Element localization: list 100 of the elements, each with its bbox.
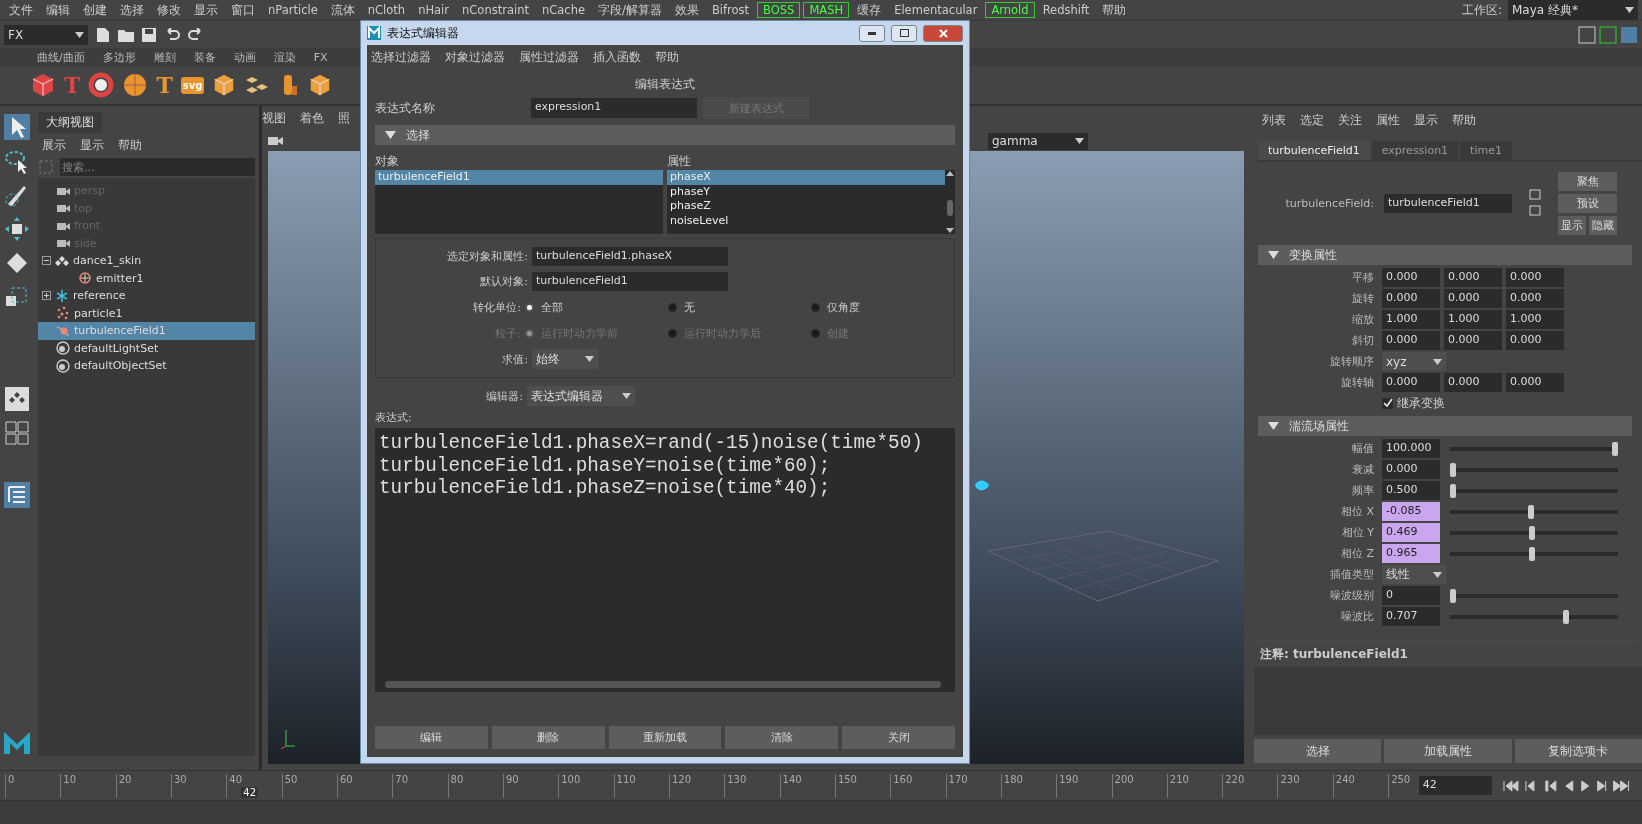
outliner-item[interactable]: reference — [38, 287, 255, 305]
menu-item[interactable]: Bifrost — [706, 3, 755, 17]
panel-title[interactable]: 大纲视图 — [38, 112, 102, 133]
outliner-item[interactable]: defaultObjectSet — [38, 357, 255, 375]
new-file-icon[interactable] — [96, 26, 110, 43]
menu-item[interactable]: 着色 — [300, 110, 324, 127]
menu-item[interactable]: 选择过滤器 — [371, 49, 431, 66]
default-object-field[interactable]: turbulenceField1 — [532, 272, 728, 291]
action-button[interactable]: 加载属性 — [1384, 739, 1512, 764]
menu-item[interactable]: 选定 — [1300, 112, 1324, 129]
number-field[interactable]: 0.000 — [1506, 331, 1564, 350]
select-tool-icon[interactable] — [4, 114, 30, 140]
expand-icon[interactable] — [42, 291, 51, 301]
menu-item[interactable]: Redshift — [1037, 3, 1095, 17]
outliner-layout-icon[interactable] — [4, 482, 30, 508]
dropdown[interactable]: 线性 — [1382, 565, 1446, 584]
menu-item[interactable]: 帮助 — [1097, 3, 1132, 17]
menu-item[interactable]: nHair — [413, 3, 455, 17]
menu-item[interactable]: 列表 — [1262, 112, 1286, 129]
scrollbar[interactable] — [385, 681, 941, 688]
slider-thumb[interactable] — [1563, 609, 1570, 624]
slider-thumb[interactable] — [1450, 483, 1456, 498]
menu-item[interactable]: 显示 — [80, 137, 104, 154]
menu-item[interactable]: 修改 — [152, 3, 186, 17]
menu-item[interactable]: Elementacular — [889, 3, 983, 17]
gamma-dropdown[interactable]: gamma — [988, 132, 1088, 150]
slider-thumb[interactable] — [1450, 462, 1456, 477]
number-field[interactable]: 1.000 — [1382, 310, 1440, 329]
number-field[interactable]: 0.000 — [1444, 331, 1502, 350]
collapse-icon[interactable] — [42, 256, 51, 266]
number-field[interactable]: 0.000 — [1382, 268, 1440, 287]
menu-item[interactable]: nParticle — [263, 3, 323, 17]
list-item[interactable]: noiseLevel — [667, 213, 945, 228]
tab[interactable]: time1 — [1460, 141, 1512, 160]
number-field[interactable]: 0.000 — [1444, 289, 1502, 308]
menu-item[interactable]: 帮助 — [1452, 112, 1476, 129]
type-tool[interactable]: T — [156, 72, 173, 98]
section-header[interactable]: 湍流场属性 — [1258, 416, 1632, 436]
slider-thumb[interactable] — [1528, 525, 1535, 540]
minimize-button[interactable] — [859, 24, 885, 42]
presets-button[interactable]: 预设 — [1558, 194, 1617, 213]
sphere-icon[interactable] — [122, 72, 149, 98]
menu-item[interactable]: 展示 — [42, 137, 66, 154]
list-item[interactable]: turbulenceField1 — [375, 170, 663, 185]
menu-item[interactable]: 属性 — [1376, 112, 1400, 129]
redo-icon[interactable] — [188, 27, 204, 42]
playhead[interactable]: 42 — [241, 786, 259, 798]
scrollbar-icon[interactable] — [945, 170, 955, 234]
input-connection-icon[interactable] — [1528, 188, 1542, 218]
number-field[interactable]: 0.000 — [1506, 289, 1564, 308]
menu-item[interactable]: 选择 — [115, 3, 149, 17]
slider-thumb[interactable] — [1450, 588, 1456, 603]
expression-name-field[interactable]: expression1 — [531, 98, 697, 118]
folder-icon[interactable] — [118, 27, 134, 42]
menu-item[interactable]: Arnold — [985, 2, 1035, 18]
menu-item[interactable]: 缓存 — [852, 3, 887, 17]
shelf-tab[interactable]: 曲线/曲面 — [28, 49, 94, 65]
number-field[interactable]: 0.000 — [1382, 373, 1440, 392]
menu-item[interactable]: 编辑 — [41, 3, 75, 17]
single-view-icon[interactable] — [4, 386, 30, 412]
number-field[interactable]: 0.000 — [1444, 373, 1502, 392]
action-button[interactable]: 删除 — [491, 726, 605, 749]
ring-icon[interactable] — [88, 72, 115, 98]
menu-item[interactable]: 对象过滤器 — [445, 49, 505, 66]
workspace-dropdown[interactable]: Maya 经典* — [1508, 0, 1638, 20]
save-icon[interactable] — [142, 27, 156, 42]
list-item[interactable]: phaseX — [667, 170, 945, 185]
shelf-tab[interactable]: 雕刻 — [144, 49, 185, 65]
section-header[interactable]: 变换属性 — [1258, 245, 1632, 265]
action-button[interactable]: 选择 — [1254, 739, 1382, 764]
menu-item[interactable]: 显示 — [1414, 112, 1438, 129]
list-item[interactable]: phaseY — [667, 184, 945, 199]
shelf-tab[interactable]: 渲染 — [264, 49, 305, 65]
focus-button[interactable]: 聚焦 — [1558, 172, 1617, 191]
slider-thumb[interactable] — [1527, 504, 1534, 519]
close-button[interactable] — [923, 24, 963, 42]
menu-item[interactable]: 流体 — [325, 3, 360, 17]
menu-item[interactable]: nConstraint — [457, 3, 534, 17]
outliner-item[interactable]: emitter1 — [38, 269, 255, 287]
radio-button[interactable] — [810, 302, 820, 312]
undo-icon[interactable] — [164, 27, 180, 42]
action-button[interactable]: 重新加载 — [608, 726, 722, 749]
menu-item[interactable]: 视图 — [262, 110, 286, 127]
editor-dropdown[interactable]: 表达式编辑器 — [527, 386, 635, 406]
number-field[interactable]: 0.707 — [1382, 607, 1440, 626]
menu-item[interactable]: 字段/解算器 — [593, 3, 667, 17]
outliner-item[interactable]: defaultLightSet — [38, 339, 255, 357]
four-view-icon[interactable] — [4, 420, 30, 446]
slider-thumb[interactable] — [1612, 441, 1618, 456]
number-field[interactable]: 0.469 — [1382, 523, 1440, 542]
current-frame-field[interactable]: 42 — [1418, 776, 1493, 795]
list-item[interactable]: phaseZ — [667, 199, 945, 214]
slider-thumb[interactable] — [1529, 546, 1536, 561]
menu-item[interactable]: 关注 — [1338, 112, 1362, 129]
menu-item[interactable]: 显示 — [189, 3, 223, 17]
number-field[interactable]: 0.000 — [1506, 373, 1564, 392]
maximize-button[interactable] — [891, 24, 917, 42]
cube-icon[interactable] — [30, 72, 56, 98]
number-field[interactable]: 0.000 — [1382, 289, 1440, 308]
number-field[interactable]: 0.000 — [1382, 331, 1440, 350]
